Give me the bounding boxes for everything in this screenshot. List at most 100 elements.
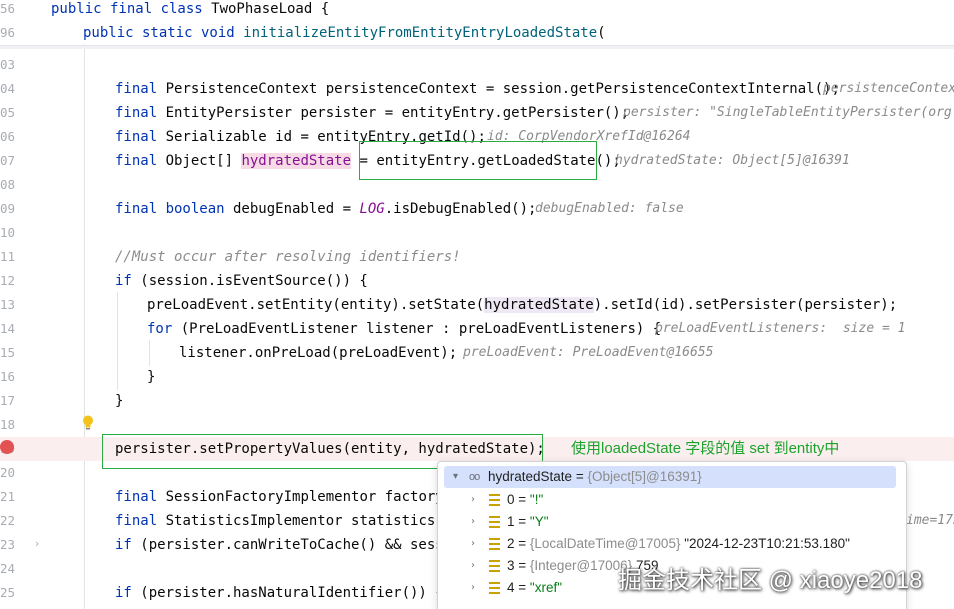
code-text: EntityPersister persister = entityEntry.… — [157, 105, 630, 121]
code-line: 04 final PersistenceContext persistenceC… — [0, 77, 954, 101]
line-number: 04 — [0, 81, 16, 96]
code-line: 11 //Must occur after resolving identifi… — [0, 245, 954, 269]
code-line: 17 } — [0, 389, 954, 413]
breakpoint-icon[interactable] — [0, 440, 14, 454]
line-number: 23 — [0, 537, 16, 552]
code-text: listener.onPreLoad(preLoadEvent); — [179, 345, 458, 361]
element-index: 3 — [507, 558, 515, 573]
keyword: if — [115, 273, 132, 289]
code-text: (session.isEventSource()) { — [131, 273, 368, 289]
line-number: 03 — [0, 57, 16, 72]
line-number: 18 — [0, 417, 16, 432]
chevron-right-icon[interactable]: › — [471, 577, 475, 599]
annotation-text: 使用loadedState 字段的值 set 到entity中 — [571, 440, 840, 457]
field-icon — [489, 560, 500, 572]
code-line: 15 listener.onPreLoad(preLoadEvent); pre… — [0, 341, 954, 365]
code-text: Object[] — [157, 153, 242, 169]
code-line: 12 if (session.isEventSource()) { — [0, 269, 954, 293]
code-text: ( — [597, 25, 606, 41]
chevron-right-icon[interactable]: › — [471, 555, 475, 577]
field-icon — [489, 538, 500, 550]
chevron-down-icon[interactable]: ▾ — [453, 466, 458, 488]
tree-row[interactable]: › 2 = {LocalDateTime@17005} "2024-12-23T… — [438, 533, 906, 555]
tree-row[interactable]: › 1 = "Y" — [438, 511, 906, 533]
fold-chevron-icon[interactable]: › — [35, 537, 39, 551]
code-line: 05 final EntityPersister persister = ent… — [0, 101, 954, 125]
highlighted-variable: hydratedState — [484, 297, 594, 313]
line-number: 17 — [0, 393, 16, 408]
line-number: 25 — [0, 585, 16, 600]
code-line: 10 — [0, 221, 954, 245]
code-text: (persister.hasNaturalIdentifier()) { — [131, 585, 444, 601]
element-index: 4 — [507, 580, 515, 595]
code-text: } — [115, 393, 124, 409]
code-text: TwoPhaseLoad { — [202, 1, 330, 17]
element-index: 0 — [507, 492, 515, 507]
line-number: 11 — [0, 249, 16, 264]
highlighted-variable: hydratedState — [241, 153, 352, 169]
code-comment: //Must occur after resolving identifiers… — [115, 249, 461, 265]
element-index: 2 — [507, 536, 515, 551]
line-number: 06 — [0, 129, 16, 144]
line-number: 13 — [0, 297, 16, 312]
chevron-right-icon[interactable]: › — [471, 533, 475, 555]
inline-debug-value: hydratedState: Object[5]@16391 — [615, 153, 850, 168]
line-number: 16 — [0, 369, 16, 384]
code-line: 09 final boolean debugEnabled = LOG.isDe… — [0, 197, 954, 221]
code-text: SessionFactoryImplementor factory — [157, 489, 444, 505]
code-text: (persister.canWriteToCache() && sessi — [131, 537, 453, 553]
inline-debug-value: persistenceContex — [823, 81, 954, 96]
line-number: 08 — [0, 177, 16, 192]
keyword: final — [115, 129, 158, 145]
tree-row[interactable]: › 0 = "!" — [438, 489, 906, 511]
code-line: 16 } — [0, 365, 954, 389]
field-icon — [489, 516, 500, 528]
code-line: 96 public static void initializeEntityFr… — [0, 21, 954, 45]
field-icon — [489, 582, 500, 594]
inline-debug-value: preLoadEvent: PreLoadEvent@16655 — [463, 345, 714, 360]
variable-name: hydratedState — [488, 469, 573, 484]
sticky-header-divider — [0, 45, 954, 49]
keyword: final — [115, 105, 158, 121]
element-value: "Y" — [529, 514, 549, 529]
element-type: {Integer@17006} — [529, 558, 633, 573]
line-number: 24 — [0, 561, 16, 576]
variable-value: {Object[5]@16391} — [587, 469, 702, 484]
keyword: public final class — [51, 1, 203, 17]
equals-sign: = — [572, 469, 588, 484]
element-value: "!" — [529, 492, 544, 507]
chevron-right-icon[interactable]: › — [471, 511, 475, 533]
keyword: final — [115, 153, 158, 169]
code-text: (PreLoadEventListener listener : preLoad… — [172, 321, 662, 337]
line-number: 96 — [0, 25, 16, 40]
line-number: 22 — [0, 513, 16, 528]
tree-row-root[interactable]: ▾ oo hydratedState = {Object[5]@16391} — [444, 466, 896, 488]
keyword: for — [147, 321, 173, 337]
code-editor[interactable]: 56 public final class TwoPhaseLoad { 96 … — [0, 0, 954, 609]
line-number: 21 — [0, 489, 16, 504]
method-name: initializeEntityFromEntityEntryLoadedSta… — [243, 25, 598, 41]
line-number: 15 — [0, 345, 16, 360]
code-line: 13 preLoadEvent.setEntity(entity).setSta… — [0, 293, 954, 317]
line-number: 56 — [0, 1, 16, 16]
watermark: 掘金技术社区 @ xiaoye2018 — [618, 567, 923, 594]
code-text: } — [147, 369, 156, 385]
chevron-right-icon[interactable]: › — [471, 489, 475, 511]
code-line: 56 public final class TwoPhaseLoad { — [0, 0, 954, 21]
code-text: debugEnabled = — [224, 201, 360, 217]
keyword: final — [115, 81, 158, 97]
line-number: 10 — [0, 225, 16, 240]
line-number: 14 — [0, 321, 16, 336]
line-number: 05 — [0, 105, 16, 120]
keyword: public static void — [83, 25, 235, 41]
code-text: .isDebugEnabled(); — [384, 201, 537, 217]
watch-glasses-icon: oo — [469, 471, 480, 483]
inline-debug-value: persister: "SingleTableEntityPersister(o… — [623, 105, 952, 120]
element-type: {LocalDateTime@17005} — [529, 536, 681, 551]
line-number: 07 — [0, 153, 16, 168]
lightbulb-icon[interactable] — [81, 414, 95, 432]
line-number: 09 — [0, 201, 16, 216]
code-text: StatisticsImplementor statistics = — [157, 513, 453, 529]
code-line: 14 for (PreLoadEventListener listener : … — [0, 317, 954, 341]
inline-debug-value: debugEnabled: false — [535, 201, 684, 216]
